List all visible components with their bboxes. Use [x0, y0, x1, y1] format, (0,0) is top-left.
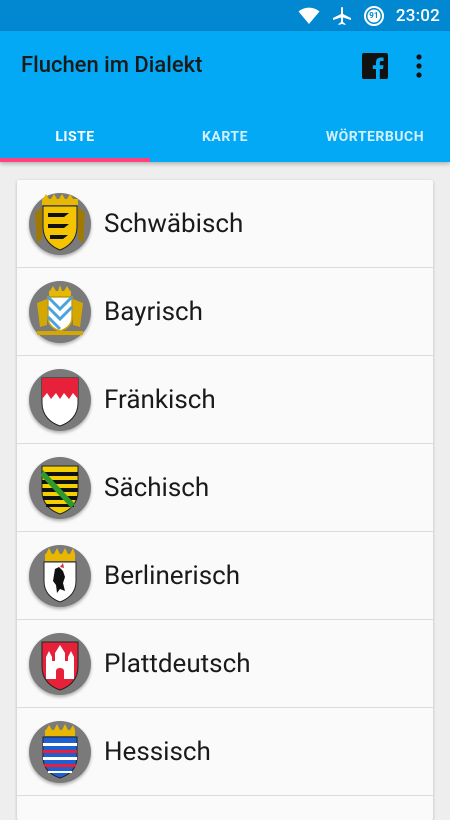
more-vert-icon[interactable]: [409, 53, 429, 79]
facebook-icon[interactable]: [362, 53, 388, 79]
dialect-name: Sächisch: [104, 473, 210, 503]
franconia-crest-icon: [29, 369, 91, 431]
dialect-name: Berlinerisch: [104, 561, 241, 591]
app-bar: Fluchen im Dialekt LISTE KARTE WÖRTERBUC…: [0, 31, 450, 162]
tab-bar: LISTE KARTE WÖRTERBUCH: [0, 111, 450, 162]
status-time: 23:02: [395, 5, 440, 26]
app-title: Fluchen im Dialekt: [21, 53, 203, 78]
list-item-schwaebisch[interactable]: Schwäbisch: [17, 180, 433, 268]
tab-karte[interactable]: KARTE: [150, 111, 300, 162]
dialect-name: Schwäbisch: [104, 209, 244, 239]
status-bar: 91 23:02: [0, 0, 450, 31]
dialect-name: Bayrisch: [104, 297, 203, 327]
battery-level: 91: [369, 11, 379, 20]
berlin-crest-icon: [29, 545, 91, 607]
list-item-plattdeutsch[interactable]: Plattdeutsch: [17, 620, 433, 708]
wifi-icon: [298, 7, 320, 25]
hesse-crest-icon: [29, 721, 91, 783]
saxony-crest-icon: [29, 457, 91, 519]
list-item-berlinerisch[interactable]: Berlinerisch: [17, 532, 433, 620]
dialect-name: Fränkisch: [104, 385, 216, 415]
dialect-name: Hessisch: [104, 737, 211, 767]
tab-liste[interactable]: LISTE: [0, 111, 150, 162]
list-item-hessisch[interactable]: Hessisch: [17, 708, 433, 796]
airplane-icon: [332, 6, 352, 26]
dialect-list: Schwäbisch Bayrisch Fränkisch Sächisch B…: [17, 180, 433, 820]
baden-wuerttemberg-crest-icon: [29, 193, 91, 255]
battery-icon: 91: [363, 5, 384, 26]
hamburg-crest-icon: [29, 633, 91, 695]
tab-indicator: [0, 158, 150, 162]
list-item-bayrisch[interactable]: Bayrisch: [17, 268, 433, 356]
dialect-name: Plattdeutsch: [104, 649, 251, 679]
tab-woerterbuch[interactable]: WÖRTERBUCH: [300, 111, 450, 162]
list-item-fraenkisch[interactable]: Fränkisch: [17, 356, 433, 444]
bavaria-crest-icon: [29, 281, 91, 343]
list-item-saechisch[interactable]: Sächisch: [17, 444, 433, 532]
